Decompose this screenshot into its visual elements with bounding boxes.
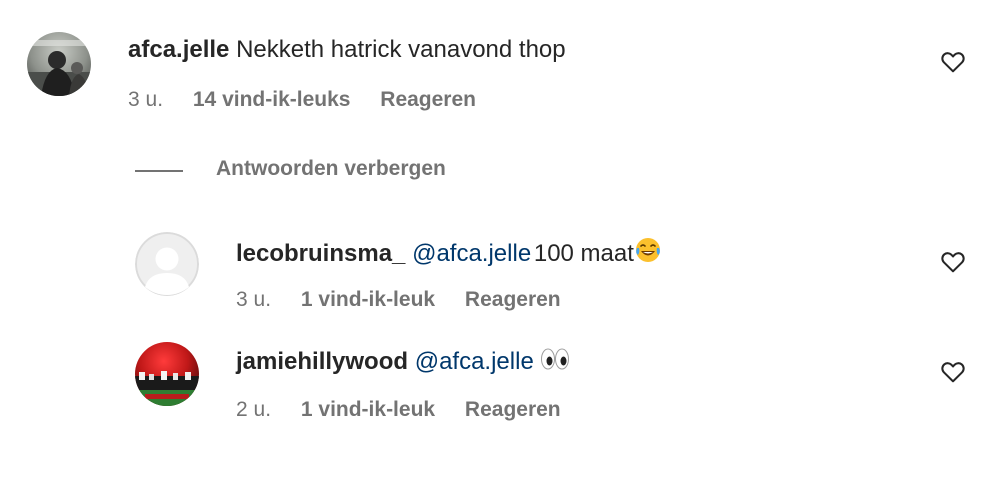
laughing-crying-emoji-icon [634,236,662,271]
reply-username[interactable]: lecobruinsma_ [236,240,405,267]
reply-button[interactable]: Reageren [465,288,561,312]
comment-text: Nekketh hatrick vanavond thop [236,36,566,63]
reply-time[interactable]: 2 u. [236,398,271,422]
mention-link[interactable]: @afca.jelle [415,348,534,375]
reply-text: 100 maat [533,240,634,267]
comment-time[interactable]: 3 u. [128,88,163,112]
heart-icon[interactable] [940,49,966,75]
mention-link[interactable]: @afca.jelle [412,240,531,267]
reply-comment: jamiehillywood @afca.jelle 2 u. 1 vind-i… [0,330,992,430]
heart-icon[interactable] [940,249,966,275]
avatar[interactable] [27,32,91,96]
heart-icon[interactable] [940,359,966,385]
reply-likes[interactable]: 1 vind-ik-leuk [301,288,435,312]
reply-time[interactable]: 3 u. [236,288,271,312]
comment-meta: 3 u. 14 vind-ik-leuks Reageren [128,88,476,112]
eyes-emoji-icon [540,346,570,379]
reply-username[interactable]: jamiehillywood [236,348,408,375]
reply-button[interactable]: Reageren [465,398,561,422]
reply-button[interactable]: Reageren [380,88,476,112]
hide-replies-label: Antwoorden verbergen [216,157,446,180]
comment: afca.jelle Nekketh hatrick vanavond thop… [0,0,992,140]
comment-username[interactable]: afca.jelle [128,36,229,63]
reply-meta: 2 u. 1 vind-ik-leuk Reageren [236,398,561,422]
comment-likes[interactable]: 14 vind-ik-leuks [193,88,351,112]
divider [135,170,183,172]
reply-likes[interactable]: 1 vind-ik-leuk [301,398,435,422]
comment-line: afca.jelle Nekketh hatrick vanavond thop [128,36,566,64]
avatar[interactable] [135,342,199,406]
default-avatar-icon[interactable] [135,232,199,296]
reply-line: jamiehillywood @afca.jelle [236,346,570,379]
reply-line: lecobruinsma_ @afca.jelle 100 maat [236,236,662,271]
reply-meta: 3 u. 1 vind-ik-leuk Reageren [236,288,561,312]
reply-comment: lecobruinsma_ @afca.jelle 100 maat 3 u. … [0,220,992,320]
